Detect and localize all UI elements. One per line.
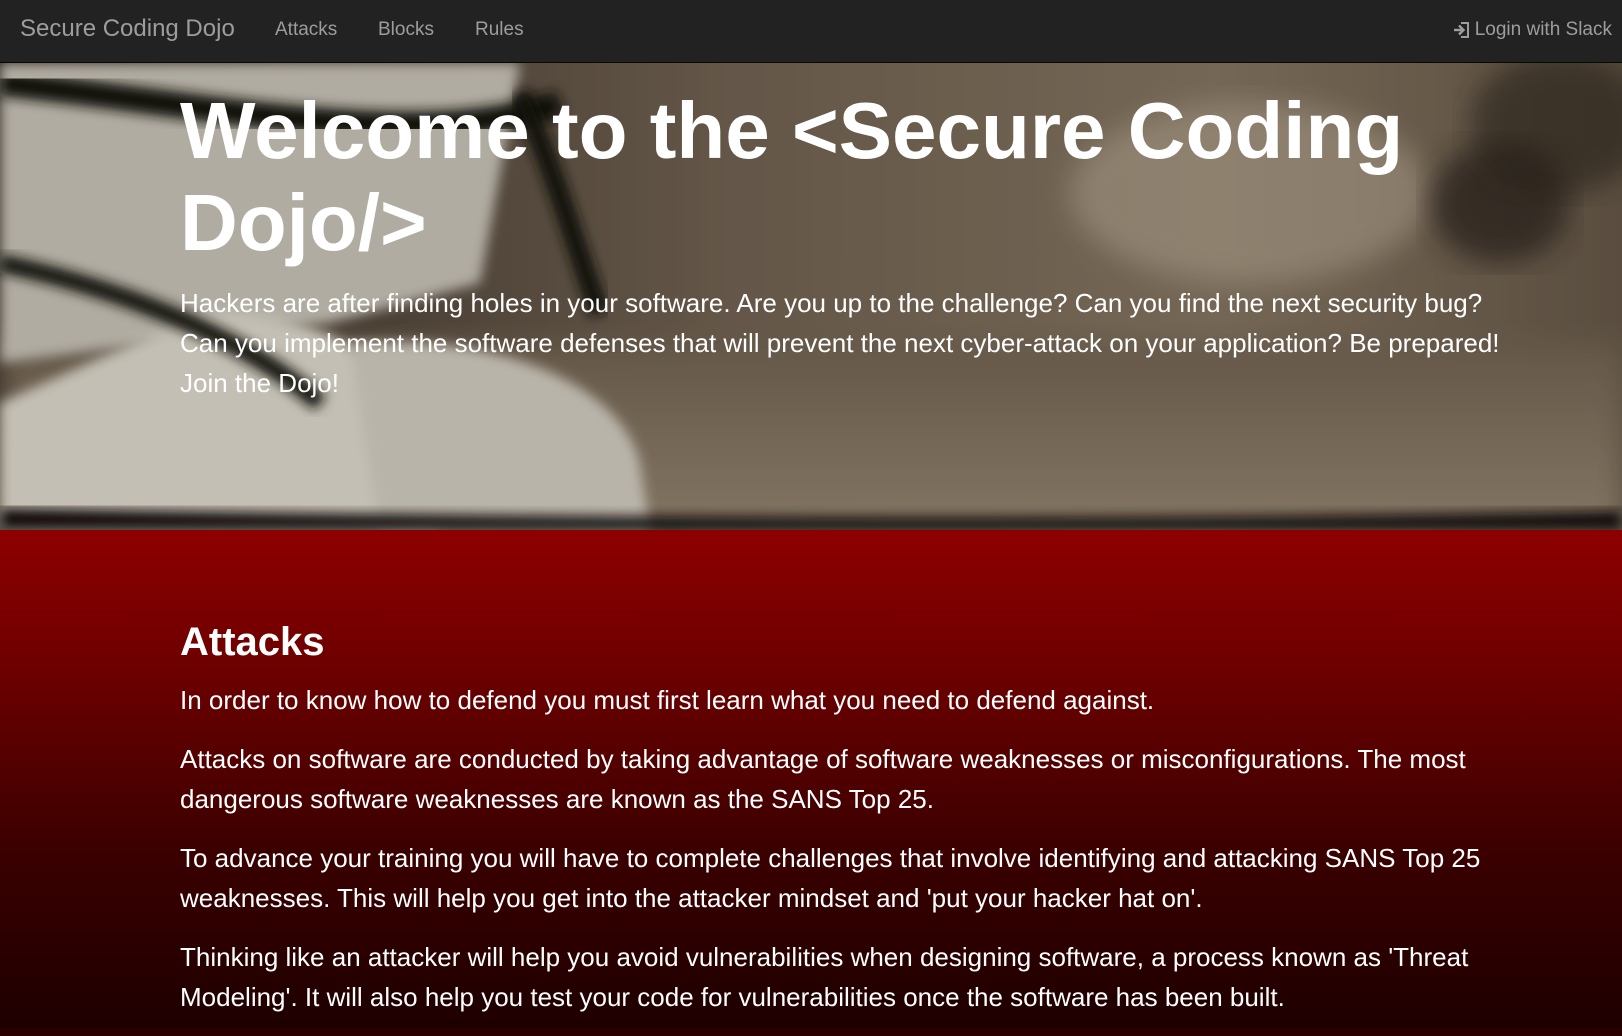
hero-content: Welcome to the <Secure Coding Dojo/> Hac… bbox=[180, 85, 1520, 403]
nav-link-attacks[interactable]: Attacks bbox=[275, 19, 337, 41]
login-label: Login with Slack bbox=[1474, 19, 1612, 40]
log-in-icon bbox=[1452, 20, 1472, 40]
hero-description: Hackers are after finding holes in your … bbox=[180, 288, 1500, 398]
top-navbar: Secure Coding Dojo Attacks Blocks Rules … bbox=[0, 0, 1622, 63]
attacks-paragraph: Thinking like an attacker will help you … bbox=[180, 942, 1469, 1012]
nav-link-rules[interactable]: Rules bbox=[475, 19, 524, 41]
attacks-paragraph: To advance your training you will have t… bbox=[180, 843, 1481, 913]
brand-link[interactable]: Secure Coding Dojo bbox=[20, 15, 235, 43]
attacks-content: Attacks In order to know how to defend y… bbox=[180, 618, 1510, 1036]
attacks-paragraph: Attacks on software are conducted by tak… bbox=[180, 744, 1466, 814]
hero-banner: Welcome to the <Secure Coding Dojo/> Hac… bbox=[0, 63, 1622, 530]
attacks-section: Attacks In order to know how to defend y… bbox=[0, 530, 1622, 1028]
nav-link-blocks[interactable]: Blocks bbox=[378, 19, 434, 41]
login-with-slack-link[interactable]: Login with Slack bbox=[1452, 19, 1612, 41]
attacks-paragraph: In order to know how to defend you must … bbox=[180, 685, 1155, 715]
attacks-heading: Attacks bbox=[180, 620, 325, 664]
hero-title: Welcome to the <Secure Coding Dojo/> bbox=[180, 86, 1404, 267]
